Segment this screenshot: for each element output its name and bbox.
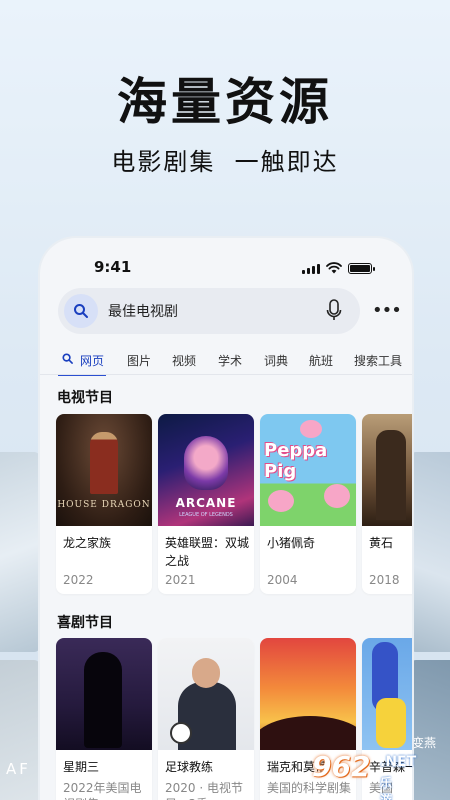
search-tabs: 网页 图片 视频 学术 词典 航班 搜索工具 [40,348,412,376]
show-title: 黄石 [369,536,394,550]
status-icons [302,262,375,274]
promo-subtitle: 电影剧集 一触即达 [111,148,339,176]
background-caption: 变燕 [412,736,437,750]
watermark-name: 乐游网 [380,776,393,800]
poster-subtitle-text: LEAGUE OF LEGENDS [179,512,233,518]
tab-search-tools[interactable]: 搜索工具 [354,352,402,369]
show-poster [158,638,254,750]
show-card[interactable]: 黄石 2018 [362,414,412,594]
section-title: 电视节目 [57,390,113,406]
poster-title-text: Peppa Pig [264,440,328,482]
show-title: 小猪佩奇 [267,536,316,550]
background-poster [0,452,40,652]
show-poster [362,414,412,526]
show-meta: 2022 [63,573,94,587]
show-meta: 2018 [369,573,400,587]
status-time: 9:41 [94,258,132,276]
show-poster: Peppa Pig [260,414,356,526]
show-card[interactable]: Peppa Pig 小猪佩奇 2004 [260,414,356,594]
tab-flights[interactable]: 航班 [309,352,333,369]
show-card[interactable]: ARCANE LEAGUE OF LEGENDS 英雄联盟：双城之战 2021 [158,414,254,594]
search-icon [62,353,73,364]
show-meta: 2022年美国电视剧集 [63,781,142,800]
show-poster [362,638,412,750]
search-box[interactable]: 最佳电视剧 [58,288,360,334]
cellular-signal-icon [302,264,320,274]
show-card[interactable]: 星期三 2022年美国电视剧集 [56,638,152,800]
tab-web[interactable]: 网页 [80,352,104,369]
watermark-number: 962 [312,750,371,783]
show-meta: 2021 [165,573,196,587]
background-poster [410,452,450,652]
background-poster [0,660,40,800]
microphone-icon[interactable] [326,299,342,323]
search-input[interactable]: 最佳电视剧 [108,301,178,321]
tab-dictionary[interactable]: 词典 [264,352,288,369]
show-title: 龙之家族 [63,536,112,550]
watermark-domain: .NET [380,754,417,770]
show-poster: HOUSE DRAGON [56,414,152,526]
show-meta: 2020 · 电视节目 · 3季 [165,781,243,800]
tab-images[interactable]: 图片 [127,352,151,369]
show-poster [260,638,356,750]
show-title: 英雄联盟：双城之战 [165,536,250,568]
more-dots-icon[interactable]: ••• [372,300,402,321]
section-title: 喜剧节目 [57,615,113,631]
battery-icon [348,263,375,274]
status-bar: 9:41 [40,238,412,288]
background-poster [410,660,450,800]
show-card[interactable]: 足球教练 2020 · 电视节目 · 3季 [158,638,254,800]
show-card[interactable]: HOUSE DRAGON 龙之家族 2022 [56,414,152,594]
show-poster: ARCANE LEAGUE OF LEGENDS [158,414,254,526]
poster-title-text: HOUSE DRAGON [57,500,151,510]
site-watermark: 962 .NET 乐游网 [312,750,416,800]
show-title: 足球教练 [165,760,214,774]
poster-title-text: ARCANE [175,496,237,510]
divider [40,374,412,375]
show-meta: 2004 [267,573,298,587]
show-poster [56,638,152,750]
promo-title: 海量资源 [117,73,333,131]
tab-videos[interactable]: 视频 [172,352,196,369]
wifi-icon [326,262,342,274]
search-icon[interactable] [64,294,98,328]
background-caption: AF [6,760,31,778]
tab-academic[interactable]: 学术 [218,352,242,369]
phone-mockup: 9:41 最佳电视剧 ••• 网页 图片 视频 学术 词典 航班 搜索工具 电视… [40,238,412,800]
show-title: 星期三 [63,760,100,774]
